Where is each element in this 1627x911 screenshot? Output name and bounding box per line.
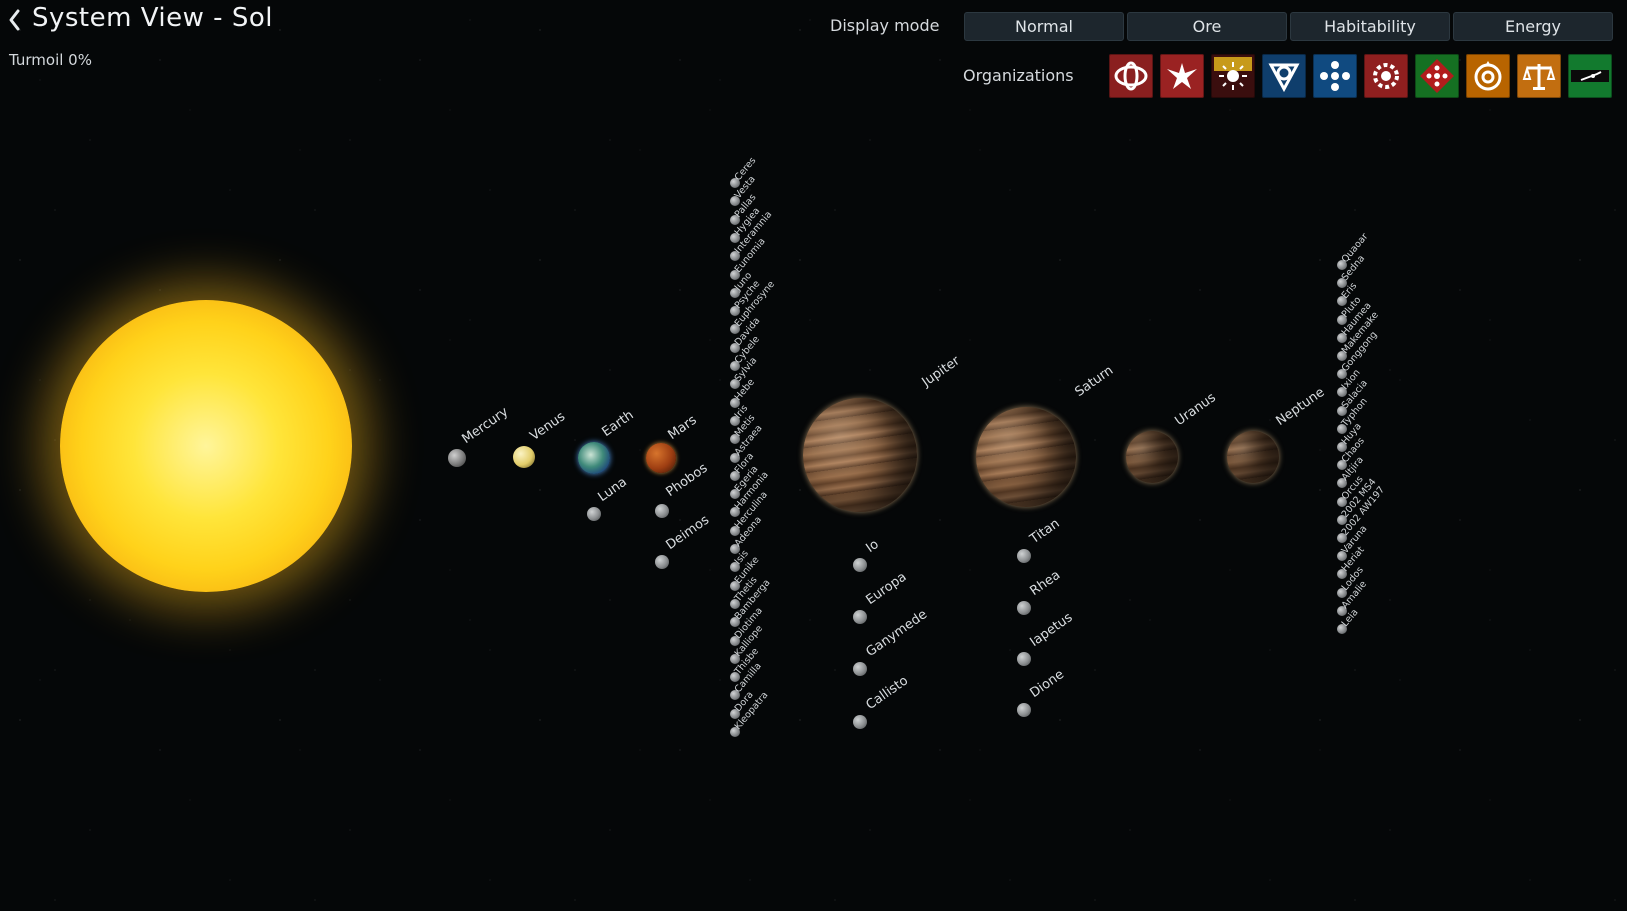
moon-iapetus[interactable]: [1017, 652, 1031, 666]
org-emblem-1-icon[interactable]: [1109, 54, 1153, 98]
display-mode-habitability-button[interactable]: Habitability: [1290, 12, 1450, 41]
organizations-label: Organizations: [963, 66, 1074, 85]
moon-dione[interactable]: [1017, 703, 1031, 717]
back-arrow-icon[interactable]: [6, 6, 22, 34]
org-flag-icon[interactable]: [1568, 54, 1612, 98]
org-sunburst-icon[interactable]: [1211, 54, 1255, 98]
sun[interactable]: [60, 300, 352, 592]
moon-phobos[interactable]: [655, 504, 669, 518]
planet-jupiter[interactable]: [803, 398, 917, 512]
moon-titan[interactable]: [1017, 549, 1031, 563]
planet-earth[interactable]: [578, 442, 610, 474]
org-star-icon[interactable]: [1415, 54, 1459, 98]
org-scales-icon[interactable]: [1517, 54, 1561, 98]
planet-saturn[interactable]: [976, 407, 1076, 507]
moon-callisto[interactable]: [853, 715, 867, 729]
display-mode-label: Display mode: [830, 16, 940, 35]
page-title: System View - Sol: [32, 3, 273, 33]
display-mode-normal-button[interactable]: Normal: [964, 12, 1124, 41]
moon-deimos[interactable]: [655, 555, 669, 569]
display-mode-ore-button[interactable]: Ore: [1127, 12, 1287, 41]
org-phoenix-icon[interactable]: [1160, 54, 1204, 98]
moon-rhea[interactable]: [1017, 601, 1031, 615]
org-flame-ring-icon[interactable]: [1466, 54, 1510, 98]
display-mode-energy-button[interactable]: Energy: [1453, 12, 1613, 41]
turmoil-status: Turmoil 0%: [9, 51, 92, 69]
org-shield-knot-icon[interactable]: [1262, 54, 1306, 98]
org-gear-icon[interactable]: [1364, 54, 1408, 98]
planet-mercury[interactable]: [448, 449, 466, 467]
planet-mars[interactable]: [646, 443, 676, 473]
org-cross-icon[interactable]: [1313, 54, 1357, 98]
moon-ganymede[interactable]: [853, 662, 867, 676]
planet-uranus[interactable]: [1126, 431, 1178, 483]
moon-io[interactable]: [853, 558, 867, 572]
moon-europa[interactable]: [853, 610, 867, 624]
planet-venus[interactable]: [513, 446, 535, 468]
planet-neptune[interactable]: [1227, 431, 1279, 483]
moon-luna[interactable]: [587, 507, 601, 521]
